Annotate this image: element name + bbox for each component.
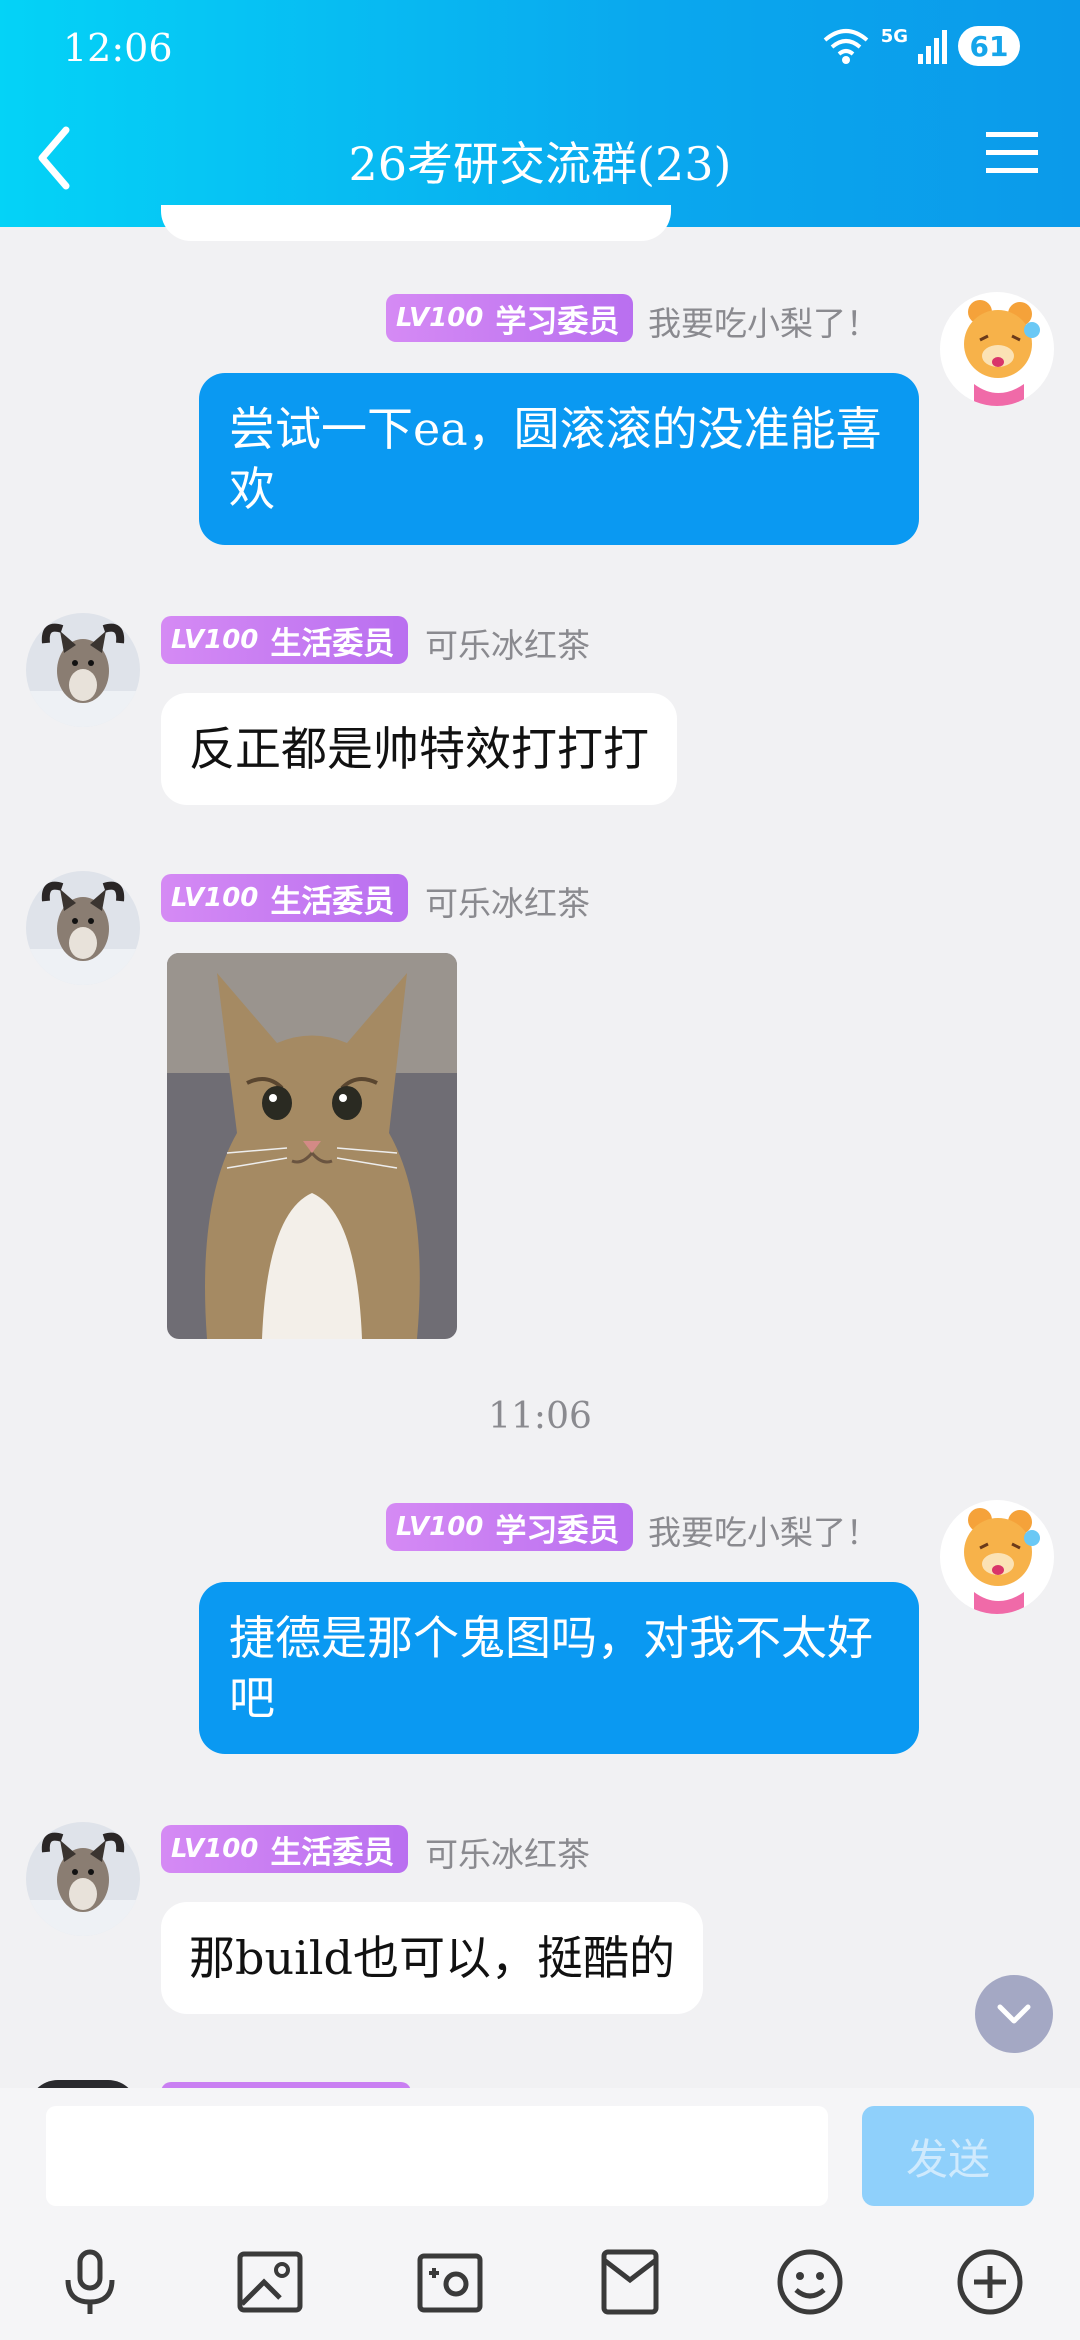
member-badge: LV100 生活委员: [161, 616, 409, 664]
member-badge: LV100 学习委员: [386, 294, 634, 342]
my-avatar[interactable]: [940, 292, 1054, 406]
top-bar: 12:06 5G 61 26考研交流群(23): [0, 0, 1080, 227]
status-icons: 5G 61: [821, 26, 1020, 66]
image-message[interactable]: [167, 953, 457, 1339]
incoming-message-bubble[interactable]: 那build也可以，挺酷的: [161, 1902, 703, 2014]
cat-avatar-icon: [26, 871, 140, 985]
badge-level: LV100: [171, 1834, 259, 1864]
my-avatar[interactable]: [940, 1500, 1054, 1614]
member-badge: LV100 学习委员: [386, 1503, 634, 1551]
gallery-icon[interactable]: [234, 2246, 306, 2318]
member-avatar[interactable]: [26, 1822, 140, 1936]
badge-role: 学习委员: [495, 1512, 620, 1549]
microphone-icon[interactable]: [54, 2246, 126, 2318]
incoming-message-bubble[interactable]: 反正都是帅特效打打打: [161, 693, 677, 805]
member-badge: LV100 生活委员: [161, 874, 409, 922]
input-toolbar: [0, 2218, 1080, 2340]
battery-indicator: 61: [958, 26, 1020, 66]
status-time: 12:06: [63, 26, 173, 70]
badge-level: LV100: [396, 303, 484, 333]
chevron-down-icon: [997, 2004, 1031, 2024]
red-packet-icon[interactable]: [594, 2246, 666, 2318]
sender-name[interactable]: 可乐冰红茶: [425, 619, 590, 667]
member-avatar[interactable]: [26, 871, 140, 985]
member-avatar[interactable]: [26, 613, 140, 727]
member-badge: LV100 生活委员: [161, 1825, 409, 1873]
chat-title: 26考研交流群(23): [348, 137, 732, 191]
cat-photo: [167, 953, 457, 1339]
badge-role: 生活委员: [270, 1834, 395, 1871]
camera-icon[interactable]: [414, 2246, 486, 2318]
message-input[interactable]: [46, 2106, 828, 2206]
badge-role: 学习委员: [495, 303, 620, 340]
bear-avatar-icon: [940, 1500, 1054, 1614]
cat-avatar-icon: [26, 1822, 140, 1936]
time-divider: 11:06: [488, 1396, 592, 1437]
cat-avatar-icon: [26, 613, 140, 727]
sender-name[interactable]: 可乐冰红茶: [425, 1828, 590, 1876]
badge-level: LV100: [171, 883, 259, 913]
badge-level: LV100: [171, 625, 259, 655]
badge-role: 生活委员: [270, 883, 395, 920]
menu-icon[interactable]: [984, 128, 1040, 178]
sender-name[interactable]: 可乐冰红茶: [425, 877, 590, 925]
outgoing-message-bubble[interactable]: 尝试一下ea，圆滚滚的没准能喜欢: [199, 373, 919, 545]
emoji-icon[interactable]: [774, 2246, 846, 2318]
bear-avatar-icon: [940, 292, 1054, 406]
signal-icon: [918, 30, 947, 64]
input-bar: 发送: [0, 2088, 1080, 2218]
send-button[interactable]: 发送: [862, 2106, 1034, 2206]
badge-level: LV100: [396, 1512, 484, 1542]
network-type: 5G: [880, 26, 908, 47]
scroll-to-bottom-button[interactable]: [975, 1975, 1053, 2053]
wifi-icon: [823, 29, 868, 64]
previous-message-bubble[interactable]: [161, 205, 671, 241]
badge-role: 生活委员: [270, 625, 395, 662]
sender-name[interactable]: 我要吃小梨了！: [648, 1506, 879, 1554]
sender-name[interactable]: 我要吃小梨了！: [648, 297, 879, 345]
plus-icon[interactable]: [954, 2246, 1026, 2318]
outgoing-message-bubble[interactable]: 捷德是那个鬼图吗，对我不太好吧: [199, 1582, 919, 1754]
